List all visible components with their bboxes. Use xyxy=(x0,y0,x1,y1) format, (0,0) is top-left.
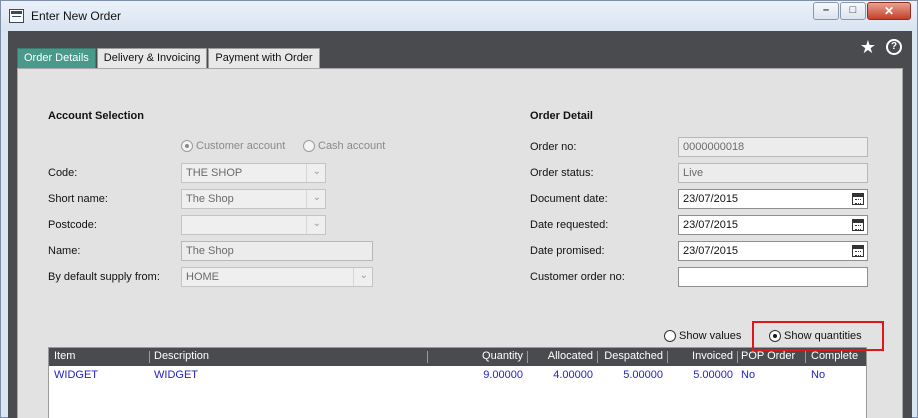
close-button[interactable]: ✕ xyxy=(867,2,911,20)
chevron-down-icon[interactable]: ⌄ xyxy=(313,218,321,229)
column-header-item[interactable]: Item xyxy=(54,350,75,362)
customer-order-no-label: Customer order no: xyxy=(530,271,625,283)
document-date-value: 23/07/2015 xyxy=(683,193,739,205)
maximize-button[interactable]: □ xyxy=(840,2,866,20)
calendar-icon[interactable] xyxy=(852,219,864,231)
column-divider[interactable] xyxy=(805,351,806,363)
document-date-label: Document date: xyxy=(530,193,608,205)
minimize-icon: – xyxy=(822,4,830,16)
cash-account-label: Cash account xyxy=(318,140,386,152)
cell-complete[interactable]: No xyxy=(811,369,825,381)
date-requested-field[interactable]: 23/07/2015 xyxy=(678,215,868,235)
order-no-field: 0000000018 xyxy=(678,137,868,157)
grid-header: Item Description Quantity Allocated Desp… xyxy=(49,348,866,366)
minimize-button[interactable]: – xyxy=(813,2,839,20)
cell-invoiced[interactable]: 5.00000 xyxy=(669,369,733,381)
code-label: Code: xyxy=(48,167,78,179)
column-header-description[interactable]: Description xyxy=(154,350,209,362)
tab-delivery-invoicing[interactable]: Delivery & Invoicing xyxy=(96,48,208,68)
document-date-field[interactable]: 23/07/2015 xyxy=(678,189,868,209)
column-header-complete[interactable]: Complete xyxy=(811,350,858,362)
name-label: Name: xyxy=(48,245,81,257)
radio-dot xyxy=(664,330,676,342)
date-requested-label: Date requested: xyxy=(530,219,609,231)
maximize-icon: □ xyxy=(849,4,857,16)
show-values-label: Show values xyxy=(679,330,742,342)
help-icon[interactable]: ? xyxy=(886,39,902,55)
order-no-label: Order no: xyxy=(530,141,577,153)
supply-from-combo[interactable]: HOME ⌄ xyxy=(181,267,373,287)
column-header-pop-order[interactable]: POP Order xyxy=(741,350,795,362)
radio-dot xyxy=(181,140,193,152)
order-detail-title: Order Detail xyxy=(530,110,593,122)
tab-payment-with-order[interactable]: Payment with Order xyxy=(208,48,320,68)
cell-allocated[interactable]: 4.00000 xyxy=(529,369,593,381)
supply-from-value: HOME xyxy=(182,268,354,286)
radio-dot xyxy=(303,140,315,152)
postcode-combo[interactable]: ⌄ xyxy=(181,215,326,235)
chevron-down-icon[interactable]: ⌄ xyxy=(360,270,368,281)
short-name-label: Short name: xyxy=(48,193,108,205)
show-values-radio[interactable]: Show values xyxy=(664,330,741,342)
chevron-down-icon[interactable]: ⌄ xyxy=(313,166,321,177)
cell-item[interactable]: WIDGET xyxy=(54,369,98,381)
order-lines-grid: Item Description Quantity Allocated Desp… xyxy=(48,347,867,418)
cash-account-radio[interactable]: Cash account xyxy=(303,140,385,152)
column-header-invoiced[interactable]: Invoiced xyxy=(669,350,733,362)
star-icon[interactable]: ★ xyxy=(860,38,876,56)
title-bar: Enter New Order – □ ✕ xyxy=(1,1,917,31)
date-promised-value: 23/07/2015 xyxy=(683,245,739,257)
order-status-label: Order status: xyxy=(530,167,594,179)
tab-strip: Order Details Delivery & Invoicing Payme… xyxy=(17,48,321,68)
calendar-icon[interactable] xyxy=(852,245,864,257)
close-icon: ✕ xyxy=(883,4,895,18)
chevron-down-icon[interactable]: ⌄ xyxy=(313,192,321,203)
calendar-icon[interactable] xyxy=(852,193,864,205)
account-selection-title: Account Selection xyxy=(48,110,144,122)
short-name-combo[interactable]: The Shop ⌄ xyxy=(181,189,326,209)
date-promised-field[interactable]: 23/07/2015 xyxy=(678,241,868,261)
customer-account-radio[interactable]: Customer account xyxy=(181,140,285,152)
cell-quantity[interactable]: 9.00000 xyxy=(449,369,523,381)
window-title: Enter New Order xyxy=(31,9,122,23)
app-icon xyxy=(9,9,24,23)
order-details-panel: Account Selection Customer account Cash … xyxy=(17,68,903,418)
tab-order-details[interactable]: Order Details xyxy=(17,48,96,68)
date-promised-label: Date promised: xyxy=(530,245,605,257)
column-divider[interactable] xyxy=(737,351,738,363)
short-name-value: The Shop xyxy=(182,190,307,208)
column-divider[interactable] xyxy=(527,351,528,363)
order-status-field: Live xyxy=(678,163,868,183)
code-combo[interactable]: THE SHOP ⌄ xyxy=(181,163,326,183)
column-divider[interactable] xyxy=(597,351,598,363)
cell-description[interactable]: WIDGET xyxy=(154,369,198,381)
customer-account-label: Customer account xyxy=(196,140,286,152)
column-header-despatched[interactable]: Despatched xyxy=(599,350,663,362)
customer-order-no-field[interactable] xyxy=(678,267,868,287)
highlight-annotation-box xyxy=(752,321,884,351)
date-requested-value: 23/07/2015 xyxy=(683,219,739,231)
cell-despatched[interactable]: 5.00000 xyxy=(599,369,663,381)
window-controls: – □ ✕ xyxy=(812,2,911,20)
postcode-label: Postcode: xyxy=(48,219,97,231)
name-field[interactable]: The Shop xyxy=(181,241,373,261)
column-divider[interactable] xyxy=(427,351,428,363)
enter-new-order-window: Enter New Order – □ ✕ ★ ? Order Details … xyxy=(0,0,918,418)
cell-pop-order[interactable]: No xyxy=(741,369,755,381)
column-header-allocated[interactable]: Allocated xyxy=(529,350,593,362)
postcode-value xyxy=(182,216,307,234)
column-header-quantity[interactable]: Quantity xyxy=(449,350,523,362)
table-row[interactable]: WIDGET WIDGET 9.00000 4.00000 5.00000 5.… xyxy=(49,368,866,384)
code-value: THE SHOP xyxy=(182,164,307,182)
column-divider[interactable] xyxy=(667,351,668,363)
column-divider[interactable] xyxy=(149,351,150,363)
supply-from-label: By default supply from: xyxy=(48,271,160,283)
